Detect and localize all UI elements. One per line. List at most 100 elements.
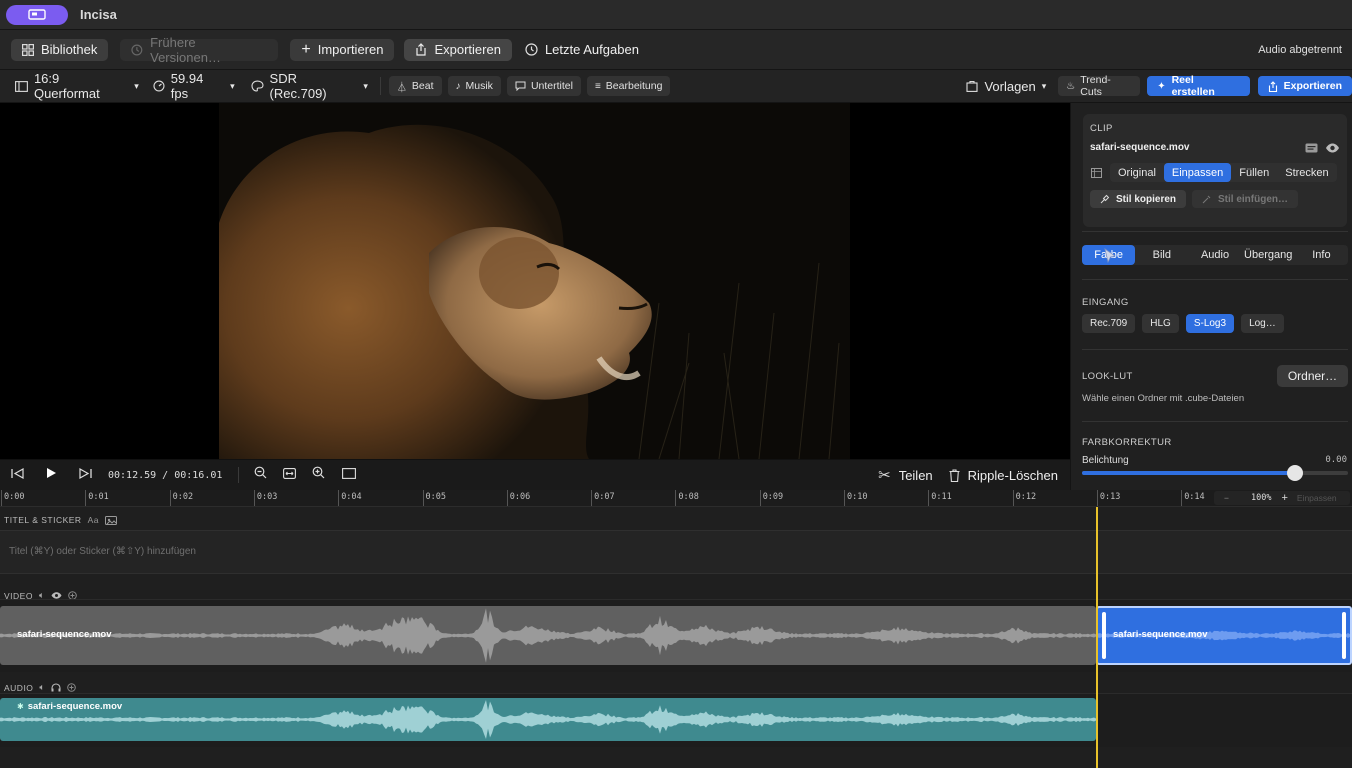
- add-circle-icon[interactable]: [67, 683, 77, 692]
- app-switcher-button[interactable]: [6, 4, 68, 25]
- title-sticker-track[interactable]: Titel (⌘Y) oder Sticker (⌘⇧Y) hinzufügen: [0, 530, 1352, 574]
- beat-button[interactable]: ⏃ Beat: [388, 76, 442, 96]
- zoom-in-button[interactable]: [312, 466, 325, 484]
- recent-tasks-button[interactable]: Letzte Aufgaben: [514, 39, 650, 61]
- ruler-tick: 0:00: [1, 490, 24, 506]
- eye-icon[interactable]: [1325, 143, 1340, 153]
- audio-clip[interactable]: ✱ safari-sequence.mov: [0, 698, 1096, 741]
- copy-style-button[interactable]: Stil kopieren: [1090, 190, 1187, 208]
- fit-mode-2[interactable]: Füllen: [1231, 163, 1277, 182]
- library-button[interactable]: Bibliothek: [11, 38, 109, 61]
- play-button[interactable]: [46, 466, 57, 484]
- selection-button[interactable]: [342, 466, 357, 484]
- speedometer-icon: [153, 80, 165, 92]
- bag-icon: [966, 80, 978, 92]
- library-label: Bibliothek: [41, 42, 98, 57]
- edit-button[interactable]: ≡ Bearbeitung: [586, 76, 671, 96]
- export-button[interactable]: Exportieren: [1257, 76, 1352, 96]
- frame-icon: [1091, 168, 1102, 178]
- ruler-tick: 0:09: [759, 490, 783, 506]
- fit-mode-0[interactable]: Original: [1110, 163, 1164, 182]
- step-back-icon: [11, 467, 24, 480]
- import-button[interactable]: + Importieren: [290, 38, 395, 61]
- audio-clip-waveform: [0, 700, 1096, 739]
- lut-hint: Wähle einen Ordner mit .cube-Dateien: [1082, 393, 1245, 404]
- import-label: Importieren: [317, 42, 384, 57]
- eye-icon[interactable]: [51, 592, 62, 599]
- input-profile-2[interactable]: S-Log3: [1185, 314, 1235, 333]
- subtitle-toggle-icon[interactable]: [1305, 143, 1318, 153]
- divider: [1082, 231, 1348, 232]
- text-icon[interactable]: Aa: [88, 515, 99, 525]
- edit-label: Bearbeitung: [605, 80, 663, 92]
- ruler-tick: 0:07: [591, 490, 615, 506]
- previous-versions-label: Frühere Versionen…: [150, 34, 221, 65]
- copy-style-label: Stil kopieren: [1116, 193, 1177, 205]
- zoom-out-button[interactable]: [254, 466, 267, 484]
- ruler-tick: 0:10: [844, 490, 867, 506]
- video-clip-selected[interactable]: safari-sequence.mov: [1096, 606, 1352, 665]
- exposure-slider-knob[interactable]: [1286, 465, 1303, 481]
- trim-handle-left[interactable]: [1102, 612, 1106, 659]
- color-space-dropdown[interactable]: SDR (Rec.709) ▾: [251, 71, 368, 101]
- fit-timeline-button[interactable]: [283, 466, 297, 484]
- audio-track-label: AUDIO: [4, 682, 34, 693]
- fit-mode-3[interactable]: Strecken: [1277, 163, 1336, 182]
- inspector-tab-3[interactable]: Übergang: [1242, 245, 1295, 265]
- divider: [238, 467, 240, 483]
- split-button[interactable]: ✂ Teilen: [878, 466, 933, 484]
- headphones-icon[interactable]: [51, 683, 61, 692]
- input-profile-3[interactable]: Log…: [1241, 314, 1284, 333]
- zoom-fit-button[interactable]: Einpassen: [1297, 493, 1337, 503]
- step-forward-button[interactable]: [79, 466, 92, 484]
- ruler-tick: 0:08: [675, 490, 699, 506]
- timeline-ruler[interactable]: − 100% + Einpassen 0:00 0:01 0:02 0:03 0:04 0…: [0, 490, 1352, 507]
- ripple-delete-button[interactable]: Ripple-Löschen: [949, 468, 1058, 483]
- create-reel-button[interactable]: ✦ Reel erstellen: [1147, 74, 1250, 98]
- eyedropper-icon: [1100, 194, 1110, 204]
- video-preview[interactable]: [0, 103, 1070, 459]
- playhead[interactable]: [1096, 507, 1098, 768]
- input-profile-1[interactable]: HLG: [1142, 314, 1179, 333]
- inspector-tab-2[interactable]: Audio: [1188, 245, 1241, 265]
- fps-dropdown[interactable]: 59.94 fps ▾: [153, 71, 235, 101]
- music-button[interactable]: ♪ Musik: [447, 76, 501, 96]
- trim-handle-right[interactable]: [1342, 612, 1346, 659]
- video-clip[interactable]: safari-sequence.mov: [0, 606, 1096, 665]
- fit-mode-1[interactable]: Einpassen: [1163, 163, 1232, 182]
- chevron-down-icon: ▾: [134, 80, 139, 91]
- zoom-in-icon: [312, 466, 325, 479]
- input-profile-0[interactable]: Rec.709: [1082, 314, 1136, 333]
- history-icon: [131, 44, 143, 55]
- magic-wand-icon: ✦: [1157, 80, 1166, 92]
- previous-versions-button[interactable]: Frühere Versionen…: [120, 35, 279, 65]
- templates-dropdown[interactable]: Vorlagen ▾: [966, 75, 1046, 97]
- ruler-tick: 0:06: [506, 490, 530, 506]
- inspector-tab-4[interactable]: Info: [1295, 245, 1348, 265]
- ruler-tick: 0:01: [85, 490, 109, 506]
- app-title: Incisa: [80, 7, 117, 22]
- clock-icon: [525, 43, 538, 56]
- sticker-icon[interactable]: [104, 515, 117, 525]
- zoom-out-icon: [254, 466, 267, 479]
- share-icon: [416, 43, 427, 56]
- audio-clip-header: ✱ safari-sequence.mov: [17, 701, 122, 712]
- trend-cuts-button[interactable]: ♨ Trend-Cuts: [1058, 74, 1141, 98]
- aspect-dropdown[interactable]: 16:9 Querformat ▾: [15, 71, 139, 101]
- lut-section-label: LOOK-LUT: [1082, 371, 1133, 382]
- subtitles-label: Untertitel: [530, 80, 573, 92]
- ruler-tick: 0:12: [1012, 490, 1036, 506]
- paste-style-button[interactable]: Stil einfügen…: [1192, 190, 1298, 208]
- flame-icon: ♨: [1066, 80, 1076, 92]
- step-back-button[interactable]: [11, 466, 24, 484]
- export-top-button[interactable]: Exportieren: [404, 38, 512, 61]
- subtitles-button[interactable]: Untertitel: [506, 76, 581, 96]
- exposure-slider[interactable]: [1082, 465, 1348, 481]
- zoom-plus-button[interactable]: +: [1281, 492, 1287, 504]
- zoom-minus-button[interactable]: −: [1224, 493, 1229, 503]
- transport-bar: 00:12.59 / 00:16.01 ✂ Teilen Ripple-Lösc…: [0, 459, 1070, 490]
- inspector-tab-1[interactable]: Bild: [1135, 245, 1188, 265]
- lut-folder-button[interactable]: Ordner…: [1277, 365, 1348, 387]
- templates-label: Vorlagen: [984, 78, 1036, 94]
- speaker-icon[interactable]: 🔈︎: [39, 682, 45, 693]
